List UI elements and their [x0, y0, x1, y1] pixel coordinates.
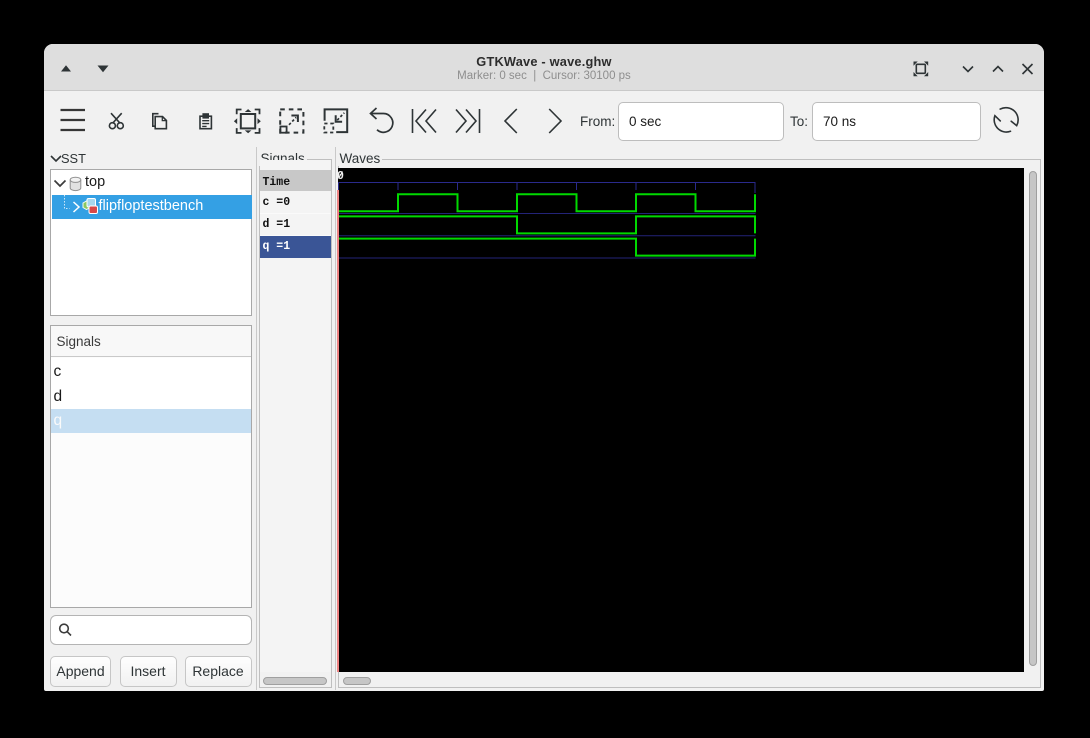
svg-text:0: 0	[338, 170, 344, 183]
